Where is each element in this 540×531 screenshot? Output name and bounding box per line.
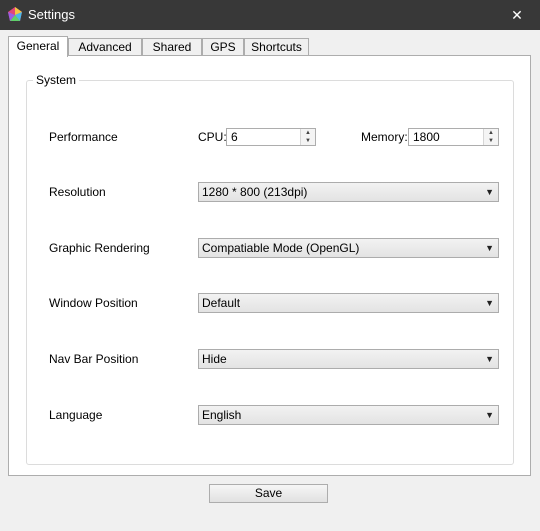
tab-shortcuts[interactable]: Shortcuts: [244, 38, 309, 56]
chevron-down-icon: ▼: [485, 187, 494, 197]
app-logo-icon: [8, 7, 22, 21]
window-position-label: Window Position: [49, 296, 138, 310]
window-title: Settings: [28, 7, 75, 22]
chevron-down-icon: ▼: [485, 243, 494, 253]
memory-label: Memory:: [361, 130, 408, 144]
rendering-value: Compatiable Mode (OpenGL): [202, 241, 360, 255]
chevron-down-icon: ▼: [485, 354, 494, 364]
tab-advanced[interactable]: Advanced: [68, 38, 142, 56]
memory-decrement-icon[interactable]: ▼: [484, 137, 498, 145]
chevron-down-icon: ▼: [485, 410, 494, 420]
memory-spin-buttons: ▲ ▼: [483, 129, 498, 145]
resolution-select[interactable]: 1280 * 800 (213dpi) ▼: [198, 182, 499, 202]
close-button[interactable]: ✕: [494, 0, 540, 30]
language-select[interactable]: English ▼: [198, 405, 499, 425]
tab-shared[interactable]: Shared: [142, 38, 202, 56]
cpu-value: 6: [231, 130, 238, 144]
close-icon: ✕: [511, 7, 523, 23]
window-position-select[interactable]: Default ▼: [198, 293, 499, 313]
save-button[interactable]: Save: [209, 484, 328, 503]
tab-gps[interactable]: GPS: [202, 38, 244, 56]
tab-general[interactable]: General: [8, 36, 68, 57]
window-position-value: Default: [202, 296, 241, 310]
rendering-select[interactable]: Compatiable Mode (OpenGL) ▼: [198, 238, 499, 258]
resolution-value: 1280 * 800 (213dpi): [202, 185, 308, 199]
performance-label: Performance: [49, 130, 118, 144]
chevron-down-icon: ▼: [485, 298, 494, 308]
language-value: English: [202, 408, 242, 422]
nav-bar-position-select[interactable]: Hide ▼: [198, 349, 499, 369]
rendering-label: Graphic Rendering: [49, 241, 150, 255]
cpu-increment-icon[interactable]: ▲: [301, 129, 315, 137]
memory-stepper[interactable]: 1800 ▲ ▼: [408, 128, 499, 146]
cpu-stepper[interactable]: 6 ▲ ▼: [226, 128, 316, 146]
language-label: Language: [49, 408, 103, 422]
nav-bar-position-label: Nav Bar Position: [49, 352, 139, 366]
general-panel: System Performance CPU: 6 ▲ ▼ Memory: 18…: [8, 55, 531, 476]
memory-value: 1800: [413, 130, 440, 144]
group-title: System: [33, 73, 80, 87]
cpu-decrement-icon[interactable]: ▼: [301, 137, 315, 145]
title-bar: Settings ✕: [0, 0, 540, 30]
cpu-label: CPU:: [198, 130, 227, 144]
memory-increment-icon[interactable]: ▲: [484, 129, 498, 137]
system-group: System Performance CPU: 6 ▲ ▼ Memory: 18…: [26, 73, 514, 465]
nav-bar-position-value: Hide: [202, 352, 227, 366]
resolution-label: Resolution: [49, 185, 106, 199]
cpu-spin-buttons: ▲ ▼: [300, 129, 315, 145]
